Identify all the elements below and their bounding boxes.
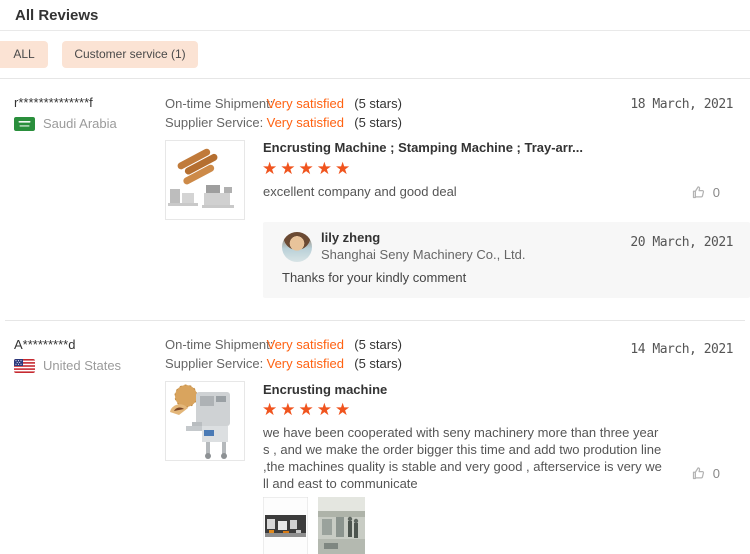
star-rating: ★★★★★	[262, 400, 353, 420]
rating-row-shipment: On-time Shipment: Very satisfied (5 star…	[165, 337, 402, 352]
avatar	[282, 232, 312, 262]
review-date: 14 March, 2021	[630, 342, 733, 357]
country-label: Saudi Arabia	[43, 116, 117, 131]
thumbs-up-icon	[691, 466, 706, 481]
review-filter-tabs: ALL Customer service (1)	[0, 32, 750, 79]
reviewer-country: Saudi Arabia	[14, 116, 117, 131]
factory-photo-2	[318, 497, 365, 554]
reply-author: lily zheng	[321, 230, 380, 245]
rating-stars-text: (5 stars)	[354, 115, 402, 130]
rating-stars-text: (5 stars)	[354, 337, 402, 352]
rating-label: Supplier Service:	[165, 356, 263, 371]
thumbs-up-icon	[691, 185, 706, 200]
rating-row-shipment: On-time Shipment: Very satisfied (5 star…	[165, 96, 402, 111]
rating-value: Very satisfied	[267, 96, 351, 111]
product-thumbnail[interactable]	[165, 140, 245, 220]
like-count: 0	[713, 466, 720, 481]
united-states-flag	[14, 359, 35, 373]
rating-label: On-time Shipment:	[165, 337, 263, 352]
product-title[interactable]: Encrusting Machine ; Stamping Machine ; …	[263, 140, 583, 155]
review-date: 18 March, 2021	[630, 97, 733, 112]
page-header: All Reviews	[0, 0, 750, 31]
review-photo[interactable]	[318, 497, 365, 554]
churros-machine-image	[166, 141, 244, 219]
reviewer-name: r**************f	[14, 95, 93, 110]
reply-date: 20 March, 2021	[630, 235, 733, 250]
tab-all[interactable]: ALL	[0, 41, 48, 68]
rating-label: Supplier Service:	[165, 115, 263, 130]
reviewer-country: United States	[14, 358, 121, 373]
encrusting-machine-image	[166, 382, 244, 460]
rating-value: Very satisfied	[267, 115, 351, 130]
review-photo[interactable]	[263, 497, 308, 554]
reviews-page: All Reviews ALL Customer service (1) r**…	[0, 0, 750, 554]
like-count: 0	[713, 185, 720, 200]
reply-company: Shanghai Seny Machinery Co., Ltd.	[321, 247, 526, 262]
reply-text: Thanks for your kindly comment	[282, 270, 466, 285]
like-button[interactable]: 0	[691, 466, 720, 481]
review-divider	[5, 320, 745, 321]
rating-stars-text: (5 stars)	[354, 356, 402, 371]
rating-row-service: Supplier Service: Very satisfied (5 star…	[165, 356, 402, 371]
review-text: we have been cooperated with seny machin…	[263, 424, 662, 492]
rating-value: Very satisfied	[267, 356, 351, 371]
product-title[interactable]: Encrusting machine	[263, 382, 387, 397]
rating-value: Very satisfied	[267, 337, 351, 352]
supplier-reply: lily zheng Shanghai Seny Machinery Co., …	[263, 222, 750, 298]
reviewer-name: A*********d	[14, 337, 75, 352]
page-title: All Reviews	[15, 7, 98, 24]
rating-label: On-time Shipment:	[165, 96, 263, 111]
saudi-arabia-flag	[14, 117, 35, 131]
review-text: excellent company and good deal	[263, 183, 457, 200]
rating-row-service: Supplier Service: Very satisfied (5 star…	[165, 115, 402, 130]
product-thumbnail[interactable]	[165, 381, 245, 461]
tab-customer-service[interactable]: Customer service (1)	[62, 41, 198, 68]
star-rating: ★★★★★	[262, 159, 353, 179]
factory-photo-1	[263, 497, 308, 554]
rating-stars-text: (5 stars)	[354, 96, 402, 111]
country-label: United States	[43, 358, 121, 373]
like-button[interactable]: 0	[691, 185, 720, 200]
